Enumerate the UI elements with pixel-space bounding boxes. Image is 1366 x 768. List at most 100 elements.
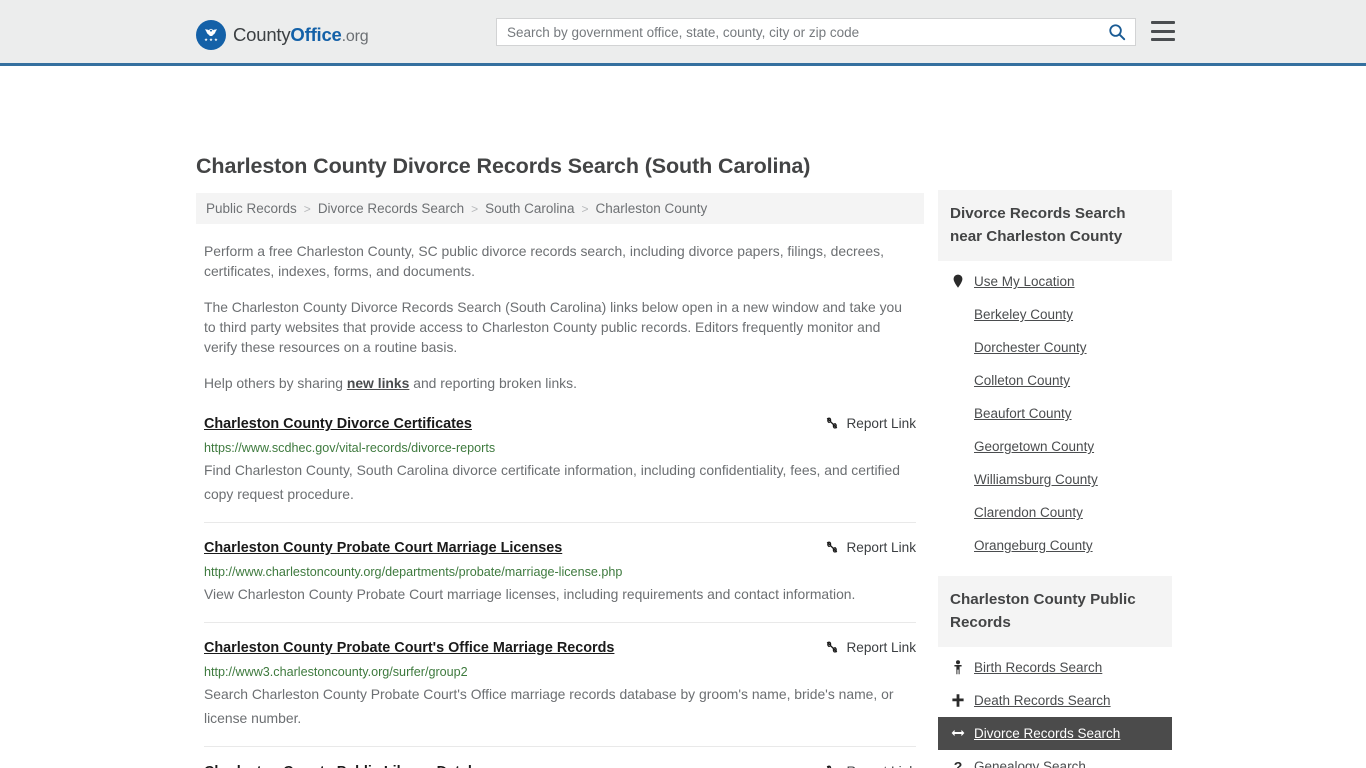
result-url[interactable]: http://www3.charlestoncounty.org/surfer/… (204, 664, 916, 680)
sidebar-nearby-list: Use My Location Berkeley County Dorchester… (938, 261, 1172, 562)
intro-paragraph-2: The Charleston County Divorce Records Se… (204, 299, 902, 355)
search-bar (496, 18, 1136, 46)
page-title: Charleston County Divorce Records Search… (196, 154, 811, 178)
breadcrumb-item[interactable]: Divorce Records Search (318, 201, 464, 216)
sidebar-nearby-item[interactable]: Colleton County (938, 364, 1172, 397)
sidebar-nearby-item[interactable]: Georgetown County (938, 430, 1172, 463)
site-logo[interactable]: CountyOffice.org (196, 20, 369, 50)
result-title-link[interactable]: Charleston County Probate Court's Office… (204, 639, 634, 658)
result-title-link[interactable]: Charleston County Public Library Databas… (204, 763, 521, 768)
sidebar-nearby-item-label: Georgetown County (974, 439, 1095, 454)
report-link-label: Report Link (846, 540, 916, 555)
sidebar-nearby-item-label: Clarendon County (974, 505, 1083, 520)
sidebar: Divorce Records Search near Charleston C… (938, 190, 1172, 768)
result-header: Charleston County Probate Court Marriage… (204, 539, 916, 558)
search-icon (1108, 23, 1126, 41)
sidebar-public-records-list: Birth Records Search Death Records Search… (938, 647, 1172, 768)
search-input[interactable] (497, 19, 1099, 45)
result-description: Find Charleston County, South Carolina d… (204, 462, 900, 502)
result-item: Charleston County Public Library Databas… (204, 763, 916, 768)
breadcrumb: Public Records > Divorce Records Search > So… (196, 193, 924, 224)
report-link-button[interactable]: Report Link (825, 640, 916, 655)
sidebar-records-item-label: Death Records Search (974, 693, 1111, 708)
sidebar-nearby-item-label: Dorchester County (974, 340, 1087, 355)
question-mark-icon: ? (950, 759, 965, 768)
logo-text-office: Office (290, 24, 342, 45)
hamburger-bar (1151, 38, 1175, 41)
breadcrumb-separator: > (471, 201, 479, 216)
breadcrumb-item[interactable]: Charleston County (595, 201, 707, 216)
sidebar-nearby-item-label: Berkeley County (974, 307, 1074, 322)
sidebar-records-item-label: Divorce Records Search (974, 726, 1121, 741)
result-title-link[interactable]: Charleston County Divorce Certificates (204, 415, 492, 434)
sidebar-nearby-item[interactable]: Beaufort County (938, 397, 1172, 430)
new-links-link[interactable]: new links (347, 375, 410, 391)
logo-text-tld: .org (341, 28, 369, 45)
arrows-left-right-icon (950, 726, 965, 741)
intro-p3-before: Help others by sharing (204, 375, 347, 391)
intro-p3-after: and reporting broken links. (409, 375, 577, 391)
result-item: Charleston County Probate Court Marriage… (204, 539, 916, 623)
breadcrumb-item[interactable]: Public Records (206, 201, 297, 216)
report-link-label: Report Link (846, 764, 916, 768)
intro-paragraph-1: Perform a free Charleston County, SC pub… (204, 243, 884, 279)
sidebar-nearby-heading: Divorce Records Search near Charleston C… (938, 190, 1172, 261)
report-link-button[interactable]: Report Link (825, 416, 916, 431)
sidebar-records-item-label: Genealogy Search (974, 759, 1086, 768)
hamburger-bar (1151, 29, 1175, 33)
sidebar-records-item-label: Birth Records Search (974, 660, 1103, 675)
results-list: Charleston County Divorce Certificates Re… (196, 415, 924, 768)
breadcrumb-separator: > (581, 201, 589, 216)
hamburger-bar (1151, 21, 1175, 24)
breadcrumb-item[interactable]: South Carolina (485, 201, 574, 216)
sidebar-records-item[interactable]: Divorce Records Search (938, 717, 1172, 750)
breadcrumb-separator: > (303, 201, 311, 216)
logo-text-county: County (233, 24, 291, 45)
result-description: View Charleston County Probate Court mar… (204, 586, 856, 602)
logo-wordmark: CountyOffice.org (233, 24, 369, 46)
sidebar-records-item[interactable]: Death Records Search (938, 684, 1172, 717)
broken-link-icon (825, 764, 839, 768)
broken-link-icon (825, 640, 839, 655)
sidebar-nearby-item[interactable]: Use My Location (938, 261, 1172, 298)
sidebar-records-item[interactable]: ? Genealogy Search (938, 750, 1172, 768)
report-link-button[interactable]: Report Link (825, 764, 916, 768)
result-title-link[interactable]: Charleston County Probate Court Marriage… (204, 539, 582, 558)
result-header: Charleston County Divorce Certificates Re… (204, 415, 916, 434)
search-button[interactable] (1099, 19, 1135, 45)
sidebar-nearby-item[interactable]: Williamsburg County (938, 463, 1172, 496)
baby-icon (950, 660, 965, 675)
broken-link-icon (825, 540, 839, 555)
sidebar-nearby-item-label: Williamsburg County (974, 472, 1098, 487)
result-description: Search Charleston County Probate Court's… (204, 686, 894, 726)
sidebar-nearby-item[interactable]: Dorchester County (938, 331, 1172, 364)
result-item: Charleston County Divorce Certificates Re… (204, 415, 916, 523)
sidebar-nearby-item[interactable]: Berkeley County (938, 298, 1172, 331)
sidebar-nearby-item-label: Orangeburg County (974, 538, 1093, 553)
intro-section: Perform a free Charleston County, SC pub… (196, 241, 924, 393)
sidebar-public-records-heading: Charleston County Public Records (938, 576, 1172, 647)
result-url[interactable]: https://www.scdhec.gov/vital-records/div… (204, 440, 916, 456)
result-url[interactable]: http://www.charlestoncounty.org/departme… (204, 564, 916, 580)
sidebar-nearby-item[interactable]: Orangeburg County (938, 529, 1172, 562)
sidebar-nearby-item-label: Colleton County (974, 373, 1071, 388)
sidebar-records-item[interactable]: Birth Records Search (938, 647, 1172, 684)
report-link-button[interactable]: Report Link (825, 540, 916, 555)
cross-plus-icon (950, 693, 965, 708)
sidebar-nearby-item-label: Use My Location (974, 274, 1075, 289)
eagle-stars-logo-icon (196, 20, 226, 50)
sidebar-nearby-item[interactable]: Clarendon County (938, 496, 1172, 529)
report-link-label: Report Link (846, 416, 916, 431)
sidebar-card-nearby: Divorce Records Search near Charleston C… (938, 190, 1172, 562)
sidebar-card-public-records: Charleston County Public Records Birth R… (938, 576, 1172, 768)
intro-paragraph-3: Help others by sharing new links and rep… (204, 373, 916, 393)
map-pin-icon (950, 274, 965, 289)
result-header: Charleston County Public Library Databas… (204, 763, 916, 768)
broken-link-icon (825, 416, 839, 431)
report-link-label: Report Link (846, 640, 916, 655)
result-header: Charleston County Probate Court's Office… (204, 639, 916, 658)
site-header: CountyOffice.org (0, 0, 1366, 66)
hamburger-menu-icon[interactable] (1151, 21, 1175, 41)
main-content: Public Records > Divorce Records Search > So… (196, 193, 924, 768)
sidebar-nearby-item-label: Beaufort County (974, 406, 1072, 421)
